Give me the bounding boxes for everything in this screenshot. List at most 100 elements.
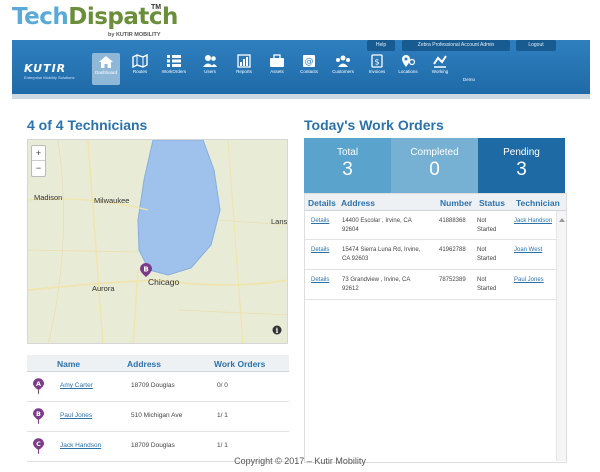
nav-label: Reports (236, 69, 252, 74)
help-button[interactable]: Help (367, 40, 395, 51)
workorder-address-line2: CA 92603 (342, 256, 369, 262)
nav-label: Users (204, 69, 216, 74)
nav-routes[interactable]: Routes (126, 52, 154, 94)
nav-label: Demo (462, 77, 475, 82)
nav-working[interactable]: Working (426, 52, 454, 94)
main-navbar: Help Zebra Professional Account Admin Lo… (12, 40, 590, 94)
info-icon-label: i (276, 326, 279, 335)
pin-label: C (36, 440, 41, 448)
nav-locations[interactable]: Locations (394, 52, 422, 94)
nav-label: Customers (332, 69, 354, 74)
pin-label: A (36, 380, 41, 388)
customers-icon (336, 55, 350, 67)
map-pin-b-icon[interactable]: B (140, 263, 152, 277)
stat-total[interactable]: Total 3 (304, 138, 391, 193)
nav-assets[interactable]: Assets (263, 52, 291, 94)
stat-label: Completed (410, 147, 459, 158)
table-row[interactable]: B Paul Jones 510 Michigan Ave 1/ 1 (27, 402, 289, 432)
map-pin-label: B (143, 266, 148, 274)
map-city-label: Aurora (92, 284, 115, 293)
pin-b-icon: B (33, 408, 44, 424)
location-pin-icon (402, 55, 416, 67)
technicians-table-header: Name Address Work Orders (27, 355, 289, 372)
workorder-technician-link[interactable]: Paul Jones (514, 277, 544, 283)
nav-reports[interactable]: Reports (230, 52, 258, 94)
zoom-in-button[interactable]: + (32, 146, 45, 161)
workorder-number: 78752389 (439, 277, 466, 283)
workorders-table-header: Details Address Number Status Technician (305, 194, 566, 211)
zoom-out-button[interactable]: − (32, 161, 45, 176)
nav-label: Invoices (368, 69, 386, 74)
col-header-name: Name (57, 359, 81, 369)
pin-label: B (36, 410, 41, 418)
workorder-stats: Total 3 Completed 0 Pending 3 (304, 138, 565, 193)
details-link[interactable]: Details (311, 247, 329, 253)
stat-completed[interactable]: Completed 0 (391, 138, 478, 193)
nav-workorders[interactable]: WorkOrders (160, 52, 188, 94)
map-city-label: Milwaukee (94, 196, 130, 205)
technician-work-orders: 0/ 0 (217, 382, 228, 389)
users-icon (203, 55, 217, 67)
nav-label: Routes (132, 69, 148, 74)
nav-users[interactable]: Users (196, 52, 224, 94)
table-row[interactable]: A Amy Carter 18709 Douglas 0/ 0 (27, 372, 289, 402)
table-row[interactable]: Details 14400 Escolar , Irvine, CA 92604… (305, 211, 557, 240)
nav-dashboard[interactable]: Dashboard (92, 53, 120, 85)
details-link[interactable]: Details (311, 218, 329, 224)
technician-work-orders: 1/ 1 (217, 412, 228, 419)
nav-demo[interactable]: Demo (455, 66, 483, 86)
pin-c-icon: C (33, 438, 44, 454)
workorders-scrollbar[interactable] (556, 211, 566, 461)
technician-address: 18709 Douglas (131, 382, 175, 389)
workorder-technician-link[interactable]: Joan West (514, 247, 542, 253)
account-button[interactable]: Zebra Professional Account Admin (402, 40, 510, 51)
technician-name-link[interactable]: Jack Handson (60, 442, 101, 449)
workorder-status-line2: Started (477, 286, 497, 292)
logo-byline: by KUTIR MOBILITY (108, 32, 161, 38)
technician-address: 510 Michigan Ave (131, 412, 183, 419)
technician-address: 18709 Douglas (131, 442, 175, 449)
list-icon (167, 55, 181, 67)
logo-text-tech: Tech (12, 4, 69, 30)
technician-work-orders: 1/ 1 (217, 442, 228, 449)
nav-label: Locations (398, 69, 418, 74)
stat-value: 3 (516, 159, 527, 180)
pin-a-icon: A (33, 378, 44, 394)
brand-tagline: Enterprise Mobility Solutions (24, 75, 75, 80)
nav-invoices[interactable]: $ Invoices (363, 52, 391, 94)
workorder-number: 41962788 (439, 247, 466, 253)
technician-name-link[interactable]: Amy Carter (60, 382, 93, 389)
info-icon[interactable]: i (272, 325, 282, 335)
kutir-brand: KUTIR Enterprise Mobility Solutions (24, 62, 80, 80)
workorder-address-line1: 15474 Sierra Luna Rd, Irvine, (342, 247, 421, 253)
col-header-address: Address (341, 198, 376, 208)
workorder-technician-link[interactable]: Jack Handson (514, 218, 552, 224)
brand-name: KUTIR (24, 62, 67, 75)
nav-contacts[interactable]: @ Contacts (295, 52, 323, 94)
home-icon (99, 56, 113, 68)
map-canvas (28, 140, 287, 343)
working-icon (433, 55, 447, 68)
logout-button[interactable]: Logout (516, 40, 556, 51)
techdispatch-logo: TechDispatch TM by KUTIR MOBILITY (12, 4, 178, 40)
workorder-status-line2: Started (477, 256, 497, 262)
table-row[interactable]: Details 73 Grandview , Irvine, CA 92612 … (305, 270, 557, 300)
col-header-status: Status (479, 198, 505, 208)
workorder-status-line2: Started (477, 227, 497, 233)
stat-value: 0 (429, 159, 440, 180)
nav-customers[interactable]: Customers (329, 52, 357, 94)
workorder-status-line1: Not (477, 277, 487, 283)
stat-pending[interactable]: Pending 3 (478, 138, 565, 193)
map-city-label: Madison (34, 193, 63, 202)
col-header-address: Address (127, 359, 162, 369)
scroll-up-arrow-icon[interactable] (557, 216, 567, 224)
table-row[interactable]: Details 15474 Sierra Luna Rd, Irvine, CA… (305, 240, 557, 270)
technician-map[interactable]: + − Madison Milwaukee Lansin Chicago Aur… (27, 139, 288, 344)
nav-label: Assets (270, 69, 284, 74)
map-zoom-control: + − (31, 145, 46, 177)
contacts-icon: @ (303, 55, 315, 67)
stat-label: Pending (503, 147, 540, 158)
details-link[interactable]: Details (311, 277, 329, 283)
technicians-table: Name Address Work Orders A Amy Carter 18… (27, 355, 289, 462)
technician-name-link[interactable]: Paul Jones (60, 412, 92, 419)
